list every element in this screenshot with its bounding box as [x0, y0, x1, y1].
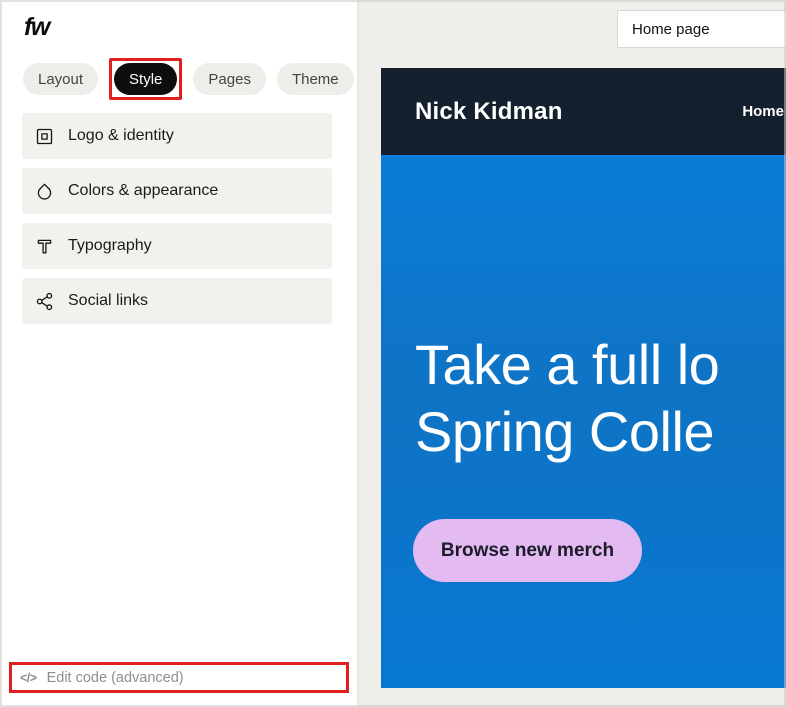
- site-preview: Nick Kidman Home Take a full lo Spring C…: [381, 68, 786, 688]
- menu-item-colors-appearance[interactable]: Colors & appearance: [22, 168, 332, 214]
- tab-layout[interactable]: Layout: [23, 63, 99, 95]
- app-window: fw Layout Style Pages Theme Logo & ident…: [0, 0, 786, 707]
- droplet-icon: [33, 180, 55, 202]
- menu-item-label: Logo & identity: [68, 127, 174, 144]
- hero-heading-line1: Take a full lo: [415, 333, 720, 396]
- site-nav-home[interactable]: Home: [742, 103, 784, 120]
- logo-identity-icon: [33, 125, 55, 147]
- hero-heading-line2: Spring Colle: [415, 400, 715, 463]
- menu-item-label: Social links: [68, 292, 149, 309]
- preview-canvas: Home page Nick Kidman Home Take a full l…: [357, 0, 786, 707]
- site-brand: Nick Kidman: [415, 97, 563, 125]
- page-selector-dropdown[interactable]: Home page: [617, 10, 786, 48]
- site-nav: Home: [742, 103, 784, 121]
- typography-icon: [33, 235, 55, 257]
- tab-pages[interactable]: Pages: [193, 63, 266, 95]
- page-selector-value: Home page: [632, 20, 710, 38]
- menu-item-typography[interactable]: Typography: [22, 223, 332, 269]
- code-icon: </>: [20, 670, 37, 685]
- annotation-box-style-tab: Style: [109, 58, 183, 100]
- style-settings-menu: Logo & identity Colors & appearance Typo…: [22, 113, 332, 333]
- share-icon: [33, 290, 55, 312]
- menu-item-label: Colors & appearance: [68, 182, 219, 199]
- edit-code-label: Edit code (advanced): [46, 669, 184, 686]
- hero-heading: Take a full lo Spring Colle: [415, 331, 786, 465]
- sidebar: fw Layout Style Pages Theme Logo & ident…: [0, 0, 357, 707]
- site-hero: Take a full lo Spring Colle Browse new m…: [381, 155, 786, 688]
- site-header: Nick Kidman Home: [381, 68, 786, 155]
- tab-theme[interactable]: Theme: [276, 63, 354, 95]
- annotation-box-edit-code: </> Edit code (advanced): [9, 662, 349, 693]
- menu-item-label: Typography: [68, 237, 152, 254]
- app-logo: fw: [24, 13, 50, 41]
- menu-item-logo-identity[interactable]: Logo & identity: [22, 113, 332, 159]
- tab-style[interactable]: Style: [114, 63, 178, 95]
- menu-item-social-links[interactable]: Social links: [22, 278, 332, 324]
- edit-code-button[interactable]: </> Edit code (advanced): [12, 670, 184, 686]
- cta-button[interactable]: Browse new merch: [413, 519, 642, 582]
- mode-tabs: Layout Style Pages Theme: [23, 58, 354, 100]
